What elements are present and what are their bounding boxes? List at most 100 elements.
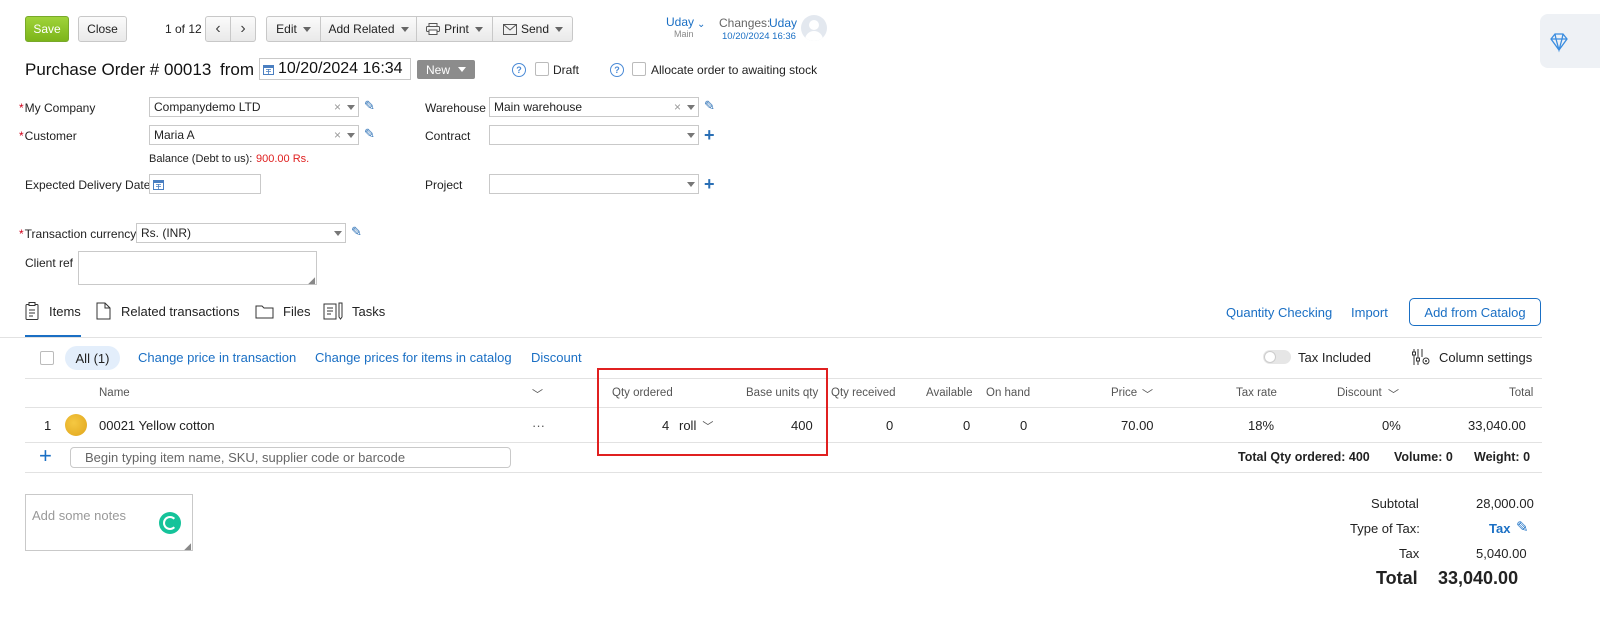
tax-type-link[interactable]: Tax <box>1489 521 1510 536</box>
tasks-icon <box>323 302 343 320</box>
user-name[interactable]: Uday <box>666 15 694 29</box>
edit-pencil-icon[interactable]: ✎ <box>704 98 715 114</box>
col-name-header[interactable]: Name <box>99 387 130 399</box>
clear-icon[interactable]: × <box>334 100 341 114</box>
add-from-catalog-button[interactable]: Add from Catalog <box>1409 298 1541 326</box>
col-on-hand-header[interactable]: On hand <box>986 387 1030 399</box>
send-menu-button[interactable]: Send <box>493 17 573 41</box>
user-chevron-icon[interactable]: ⌄ <box>697 19 705 30</box>
customer-field[interactable]: Maria A × <box>149 125 359 145</box>
warehouse-field[interactable]: Main warehouse × <box>489 97 699 117</box>
currency-label: *Transaction currency <box>19 227 137 241</box>
dropdown-caret-icon[interactable] <box>347 133 355 138</box>
currency-value: Rs. (INR) <box>141 226 191 240</box>
item-name-link[interactable]: 00021 Yellow cotton <box>99 418 215 433</box>
contract-label: Contract <box>425 129 471 143</box>
changes-user[interactable]: Uday <box>769 16 797 30</box>
add-item-plus-icon[interactable]: + <box>39 445 52 467</box>
tab-related-label: Related transactions <box>121 304 240 319</box>
add-contract-plus-icon[interactable]: + <box>704 126 715 144</box>
dropdown-caret-icon[interactable] <box>687 182 695 187</box>
edit-pencil-icon[interactable]: ✎ <box>364 98 375 114</box>
add-related-menu-button[interactable]: Add Related <box>321 17 416 41</box>
import-link[interactable]: Import <box>1351 305 1388 320</box>
col-available-header[interactable]: Available <box>926 387 972 399</box>
chevron-right-icon: › <box>240 20 246 37</box>
printer-icon <box>426 23 441 35</box>
change-price-transaction-link[interactable]: Change price in transaction <box>138 350 296 365</box>
from-label: from <box>220 60 254 79</box>
edit-pencil-icon[interactable]: ✎ <box>364 126 375 142</box>
dropdown-caret-icon[interactable] <box>687 133 695 138</box>
grand-total-label: Total <box>1376 568 1418 588</box>
resize-handle-icon[interactable]: ◢ <box>184 541 191 552</box>
col-qty-received-header[interactable]: Qty received <box>831 387 896 399</box>
caret-down-icon <box>555 26 564 32</box>
tax-included-toggle[interactable] <box>1263 350 1291 364</box>
user-sub: Main <box>674 29 694 39</box>
price-value[interactable]: 70.00 <box>1121 418 1154 433</box>
discount-link[interactable]: Discount <box>531 350 582 365</box>
change-price-catalog-link[interactable]: Change prices for items in catalog <box>315 350 512 365</box>
discount-value[interactable]: 0% <box>1382 418 1401 433</box>
contract-field[interactable] <box>489 125 699 145</box>
chevron-down-icon[interactable]: ﹀ <box>1142 386 1153 402</box>
row-total-value: 33,040.00 <box>1468 418 1526 433</box>
chevron-down-icon[interactable]: ﹀ <box>1388 386 1399 402</box>
dropdown-caret-icon[interactable] <box>347 105 355 110</box>
dropdown-caret-icon[interactable] <box>687 105 695 110</box>
add-project-plus-icon[interactable]: + <box>704 175 715 193</box>
grammarly-icon[interactable] <box>159 512 181 534</box>
action-button-group: Edit Add Related Print Send <box>266 16 573 42</box>
currency-field[interactable]: Rs. (INR) <box>136 223 346 243</box>
clear-icon[interactable]: × <box>674 100 681 114</box>
edit-pencil-icon[interactable]: ✎ <box>351 224 362 240</box>
my-company-field[interactable]: Companydemo LTD × <box>149 97 359 117</box>
dropdown-caret-icon[interactable] <box>334 231 342 236</box>
next-record-button[interactable]: › <box>230 16 256 42</box>
clear-icon[interactable]: × <box>334 128 341 142</box>
order-number: 00013 <box>164 60 212 79</box>
edit-pencil-icon[interactable]: ✎ <box>1516 518 1529 536</box>
tax-included-label: Tax Included <box>1298 350 1371 365</box>
calendar-icon <box>263 65 274 75</box>
col-price-header[interactable]: Price <box>1111 387 1137 399</box>
print-menu-button[interactable]: Print <box>417 17 492 41</box>
allocate-label: Allocate order to awaiting stock <box>651 63 818 77</box>
status-dropdown[interactable]: New <box>417 60 475 79</box>
help-icon[interactable]: ? <box>610 63 624 77</box>
col-discount-header[interactable]: Discount <box>1337 387 1382 399</box>
calendar-icon[interactable] <box>153 179 164 190</box>
project-field[interactable] <box>489 174 699 194</box>
filter-all-pill[interactable]: All (1) <box>65 346 120 370</box>
edit-label: Edit <box>276 22 297 36</box>
row-more-icon[interactable]: ··· <box>532 418 545 433</box>
tax-rate-value[interactable]: 18% <box>1248 418 1274 433</box>
chevron-down-icon[interactable]: ﹀ <box>532 386 543 402</box>
save-button[interactable]: Save <box>25 16 69 42</box>
changes-time[interactable]: 10/20/2024 16:36 <box>722 31 796 42</box>
close-button[interactable]: Close <box>78 16 127 42</box>
draft-label: Draft <box>553 63 580 77</box>
col-tax-rate-header[interactable]: Tax rate <box>1236 387 1277 399</box>
chevron-left-icon: ‹ <box>215 20 221 37</box>
notes-textarea[interactable]: Add some notes ◢ <box>25 494 193 551</box>
draft-checkbox[interactable] <box>535 62 549 76</box>
allocate-checkbox[interactable] <box>632 62 646 76</box>
column-settings-icon <box>1412 349 1430 365</box>
item-search-input[interactable]: Begin typing item name, SKU, supplier co… <box>70 447 511 468</box>
quantity-checking-link[interactable]: Quantity Checking <box>1226 305 1332 320</box>
prev-record-button[interactable]: ‹ <box>205 16 231 42</box>
client-ref-textarea[interactable]: ◢ <box>78 251 317 285</box>
edit-menu-button[interactable]: Edit <box>267 17 320 41</box>
select-all-checkbox[interactable] <box>40 351 54 365</box>
warehouse-label: Warehouse <box>425 101 486 115</box>
order-datetime-field[interactable]: 10/20/2024 16:34 <box>259 58 411 80</box>
side-panel-tab[interactable] <box>1540 14 1600 68</box>
available-value: 0 <box>963 418 971 433</box>
avatar[interactable] <box>801 15 827 41</box>
expected-delivery-field[interactable] <box>149 174 261 194</box>
resize-handle-icon[interactable]: ◢ <box>308 275 315 286</box>
help-icon[interactable]: ? <box>512 63 526 77</box>
col-total-header[interactable]: Total <box>1509 387 1533 399</box>
